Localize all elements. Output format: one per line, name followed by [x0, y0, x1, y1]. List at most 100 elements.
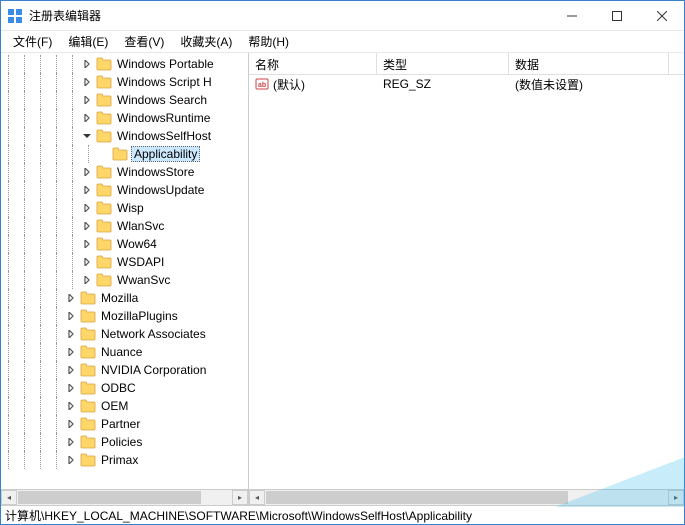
tree-label: WSDAPI: [115, 255, 166, 269]
tree-toggle-icon[interactable]: [65, 328, 77, 340]
scroll-left-button[interactable]: ◂: [249, 490, 265, 505]
tree-item[interactable]: WSDAPI: [1, 253, 248, 271]
menubar: 文件(F) 编辑(E) 查看(V) 收藏夹(A) 帮助(H): [1, 31, 684, 53]
tree-item[interactable]: Wow64: [1, 235, 248, 253]
list-body: ab (默认) REG_SZ (数值未设置): [249, 75, 684, 489]
tree-toggle-icon[interactable]: [81, 112, 93, 124]
menu-help[interactable]: 帮助(H): [240, 31, 297, 52]
tree-toggle-icon[interactable]: [81, 274, 93, 286]
tree-item[interactable]: Nuance: [1, 343, 248, 361]
tree-toggle-icon[interactable]: [65, 346, 77, 358]
tree-item[interactable]: WwanSvc: [1, 271, 248, 289]
tree-toggle-icon[interactable]: [81, 166, 93, 178]
tree-scroll[interactable]: Windows Portable Windows Script H Windows …: [1, 53, 248, 489]
menu-edit[interactable]: 编辑(E): [60, 31, 116, 52]
list-panel: 名称 类型 数据 ab (默认) REG_SZ (数值未设置) ◂ ▸: [249, 53, 684, 505]
tree-label: Network Associates: [99, 327, 208, 341]
tree-item[interactable]: WlanSvc: [1, 217, 248, 235]
svg-text:ab: ab: [258, 82, 266, 89]
tree-toggle-icon[interactable]: [65, 454, 77, 466]
scroll-right-button[interactable]: ▸: [668, 490, 684, 505]
tree-toggle-icon[interactable]: [81, 58, 93, 70]
tree-toggle-icon[interactable]: [81, 238, 93, 250]
close-button[interactable]: [639, 1, 684, 30]
tree-toggle-icon[interactable]: [81, 220, 93, 232]
cell-data: (数值未设置): [509, 76, 669, 93]
tree-item[interactable]: WindowsUpdate: [1, 181, 248, 199]
tree-toggle-icon[interactable]: [81, 94, 93, 106]
tree-toggle-icon[interactable]: [97, 148, 109, 160]
tree-item[interactable]: Policies: [1, 433, 248, 451]
tree-item[interactable]: OEM: [1, 397, 248, 415]
tree-label: ODBC: [99, 381, 138, 395]
value-name: (默认): [273, 76, 305, 93]
statusbar: 计算机\HKEY_LOCAL_MACHINE\SOFTWARE\Microsof…: [1, 505, 684, 524]
tree-toggle-icon[interactable]: [65, 382, 77, 394]
tree-toggle-icon[interactable]: [65, 310, 77, 322]
tree-toggle-icon[interactable]: [81, 184, 93, 196]
list-row[interactable]: ab (默认) REG_SZ (数值未设置): [249, 75, 684, 93]
cell-type: REG_SZ: [377, 77, 509, 91]
tree-label: MozillaPlugins: [99, 309, 180, 323]
tree-item[interactable]: Primax: [1, 451, 248, 469]
tree-item[interactable]: NVIDIA Corporation: [1, 361, 248, 379]
menu-view[interactable]: 查看(V): [116, 31, 172, 52]
tree-item[interactable]: WindowsSelfHost: [1, 127, 248, 145]
scroll-left-button[interactable]: ◂: [1, 490, 17, 505]
tree-item[interactable]: ODBC: [1, 379, 248, 397]
col-data[interactable]: 数据: [509, 53, 669, 74]
tree-item[interactable]: MozillaPlugins: [1, 307, 248, 325]
tree-label: Mozilla: [99, 291, 140, 305]
tree-toggle-icon[interactable]: [81, 130, 93, 142]
tree-label: Wisp: [115, 201, 146, 215]
tree-item[interactable]: Partner: [1, 415, 248, 433]
tree-toggle-icon[interactable]: [65, 292, 77, 304]
tree-label: Windows Search: [115, 93, 209, 107]
tree-toggle-icon[interactable]: [81, 256, 93, 268]
tree-label: Partner: [99, 417, 142, 431]
tree-item[interactable]: WindowsStore: [1, 163, 248, 181]
tree-label: Nuance: [99, 345, 144, 359]
tree-item[interactable]: Windows Search: [1, 91, 248, 109]
tree-label: WindowsRuntime: [115, 111, 212, 125]
tree-item[interactable]: Windows Script H: [1, 73, 248, 91]
regedit-icon: [7, 8, 23, 24]
tree-label: WindowsUpdate: [115, 183, 206, 197]
string-value-icon: ab: [255, 77, 269, 91]
list-hscroll[interactable]: ◂ ▸: [249, 489, 684, 505]
tree-label: WwanSvc: [115, 273, 172, 287]
tree-hscroll[interactable]: ◂ ▸: [1, 489, 248, 505]
tree-item[interactable]: Wisp: [1, 199, 248, 217]
tree-label: Windows Script H: [115, 75, 214, 89]
tree-item[interactable]: WindowsRuntime: [1, 109, 248, 127]
tree-item[interactable]: Network Associates: [1, 325, 248, 343]
menu-favorites[interactable]: 收藏夹(A): [172, 31, 240, 52]
tree-toggle-icon[interactable]: [65, 436, 77, 448]
tree-toggle-icon[interactable]: [65, 364, 77, 376]
cell-name: ab (默认): [249, 76, 377, 93]
tree-label: OEM: [99, 399, 130, 413]
scroll-track[interactable]: [17, 490, 232, 505]
tree-toggle-icon[interactable]: [65, 418, 77, 430]
tree-item[interactable]: Applicability: [1, 145, 248, 163]
tree-item[interactable]: Mozilla: [1, 289, 248, 307]
minimize-button[interactable]: [549, 1, 594, 30]
col-type[interactable]: 类型: [377, 53, 509, 74]
scroll-right-button[interactable]: ▸: [232, 490, 248, 505]
tree-label: WindowsStore: [115, 165, 196, 179]
tree-toggle-icon[interactable]: [81, 76, 93, 88]
menu-file[interactable]: 文件(F): [5, 31, 60, 52]
list-header: 名称 类型 数据: [249, 53, 684, 75]
tree-item[interactable]: Windows Portable: [1, 55, 248, 73]
tree-label: Primax: [99, 453, 140, 467]
tree-label: WindowsSelfHost: [115, 129, 213, 143]
window-title: 注册表编辑器: [29, 7, 549, 24]
maximize-button[interactable]: [594, 1, 639, 30]
tree-toggle-icon[interactable]: [65, 400, 77, 412]
tree-toggle-icon[interactable]: [81, 202, 93, 214]
tree-label: Policies: [99, 435, 144, 449]
scroll-track[interactable]: [265, 490, 668, 505]
tree-label: Applicability: [131, 146, 200, 162]
tree-label: Wow64: [115, 237, 159, 251]
col-name[interactable]: 名称: [249, 53, 377, 74]
